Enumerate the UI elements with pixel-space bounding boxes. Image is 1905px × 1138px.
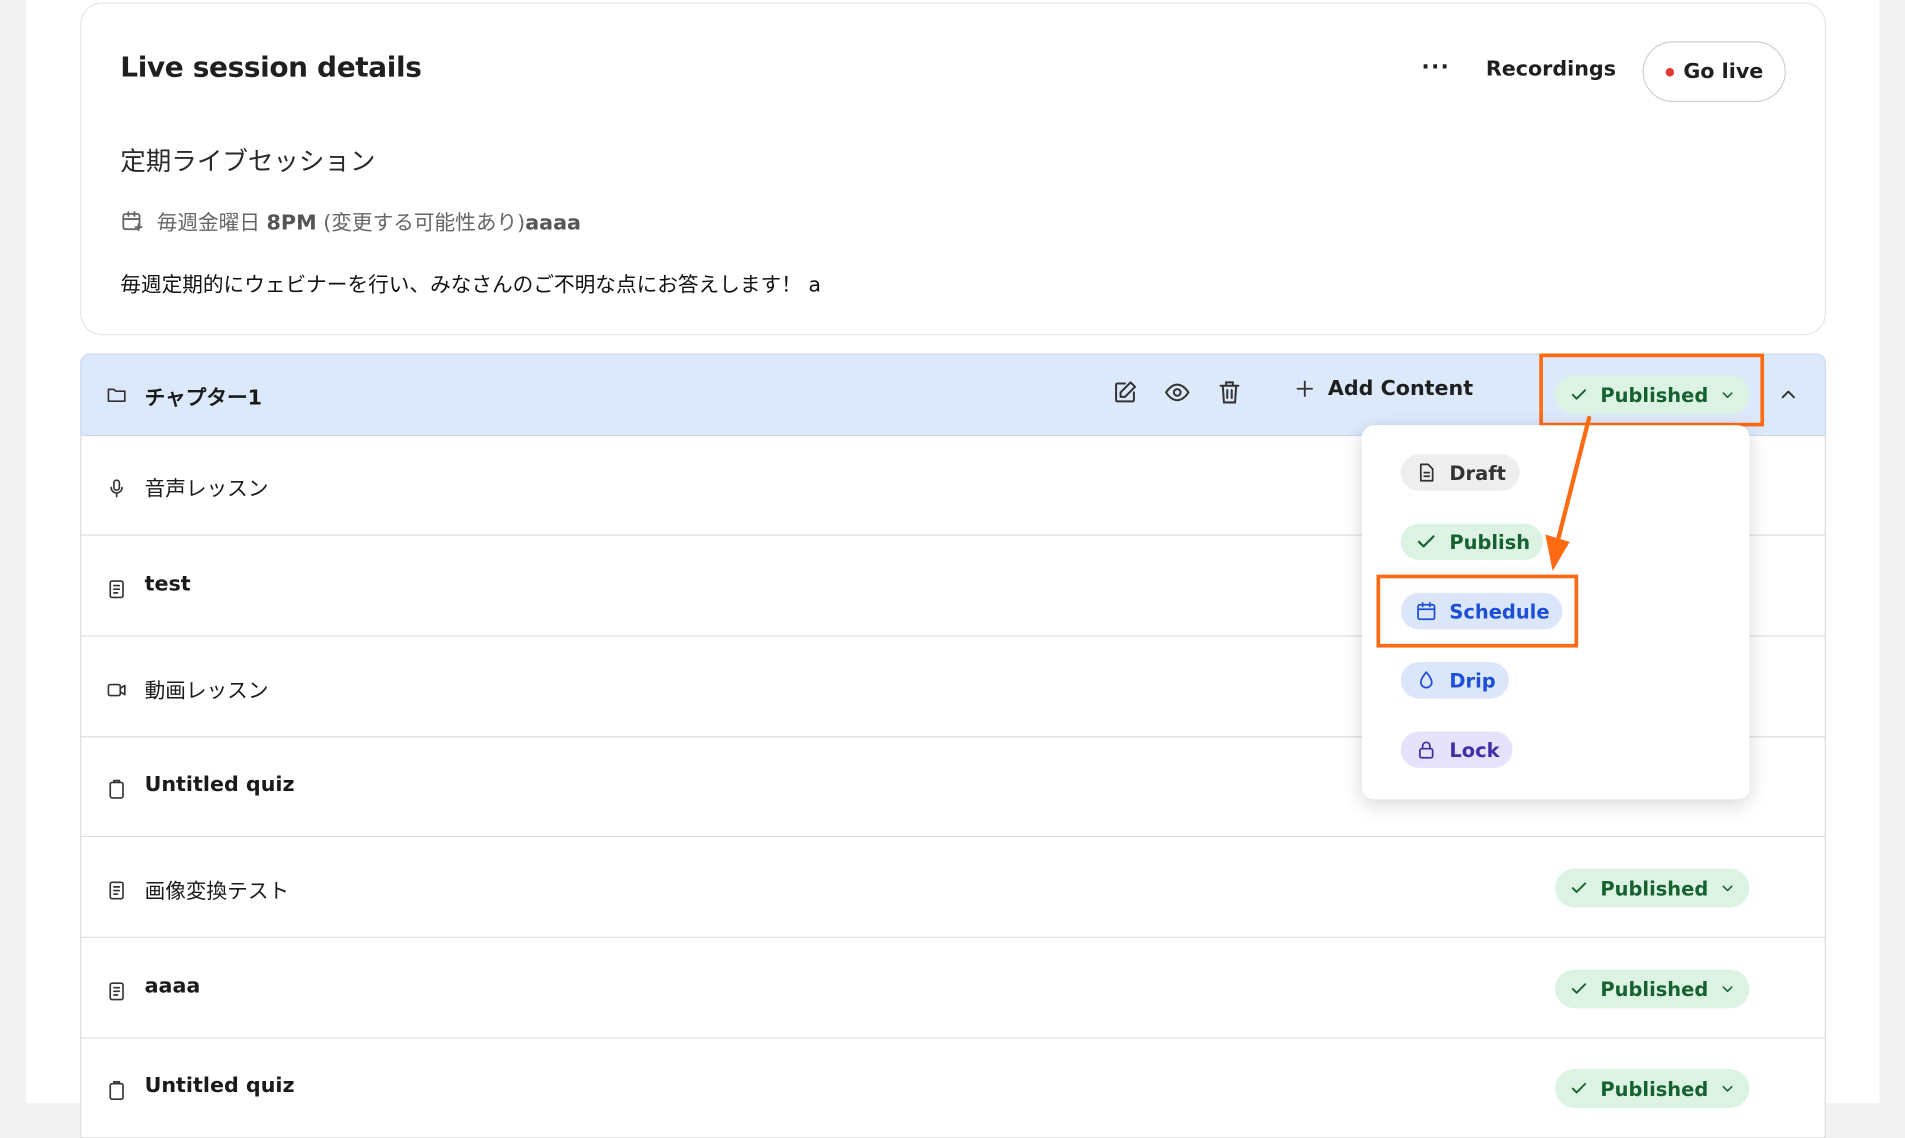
- lesson-title: aaaa: [144, 974, 201, 999]
- chevron-down-icon: [1722, 885, 1733, 892]
- trash-icon[interactable]: [1216, 379, 1243, 406]
- schedule-tail: aaaa: [525, 211, 581, 236]
- session-schedule: 毎週金曜日 8PM (変更する可能性あり)aaaa: [120, 205, 581, 236]
- annotation-arrow: [1545, 415, 1592, 572]
- check-icon: [1415, 531, 1437, 553]
- lesson-status-label: Published: [1600, 977, 1709, 1001]
- document-icon: [106, 980, 128, 1002]
- chevron-down-icon: [1722, 1085, 1733, 1092]
- status-option-draft[interactable]: Draft: [1400, 454, 1520, 491]
- session-description: 毎週定期的にウェビナーを行い、みなさんのご不明な点にお答えします！ a: [120, 273, 822, 298]
- status-option-label: Lock: [1449, 738, 1500, 762]
- lesson-title: test: [144, 572, 191, 597]
- chapter-title: チャプター1: [144, 386, 263, 411]
- schedule-prefix: 毎週金曜日: [156, 211, 267, 236]
- status-option-label: Drip: [1449, 668, 1496, 692]
- eye-icon[interactable]: [1164, 379, 1191, 406]
- lesson-status-dropdown[interactable]: Published: [1555, 868, 1750, 908]
- status-option-lock[interactable]: Lock: [1400, 731, 1513, 768]
- lesson-row[interactable]: Untitled quiz Published: [80, 1038, 1826, 1138]
- check-icon: [1571, 983, 1587, 994]
- schedule-time: 8PM: [266, 211, 317, 236]
- add-content-label: Add Content: [1327, 376, 1474, 401]
- lesson-title: Untitled quiz: [144, 1073, 295, 1099]
- page-title: Live session details: [120, 52, 422, 84]
- lesson-status-dropdown[interactable]: Published: [1555, 969, 1750, 1009]
- schedule-highlight-box: [1376, 574, 1579, 648]
- chevron-down-icon: [1722, 986, 1733, 993]
- edit-icon[interactable]: [1112, 379, 1139, 406]
- lesson-status-label: Published: [1600, 876, 1709, 900]
- add-content-button[interactable]: Add Content: [1294, 377, 1473, 401]
- status-option-drip[interactable]: Drip: [1400, 662, 1510, 699]
- lesson-status-dropdown[interactable]: Published: [1555, 1069, 1750, 1108]
- folder-icon: [107, 388, 126, 403]
- video-icon: [106, 679, 128, 701]
- chevron-up-icon[interactable]: [1779, 385, 1798, 404]
- go-live-button[interactable]: Go live: [1642, 41, 1786, 103]
- clipboard-icon: [106, 779, 128, 801]
- plus-icon: [1296, 380, 1314, 397]
- status-option-label: Draft: [1449, 461, 1506, 485]
- lesson-title: 音声レッスン: [144, 477, 269, 502]
- microphone-icon: [106, 477, 128, 499]
- lesson-title: 画像変換テスト: [144, 879, 290, 904]
- clipboard-icon: [106, 1080, 128, 1102]
- more-options-button[interactable]: ···: [1421, 55, 1450, 81]
- session-name: 定期ライブセッション: [120, 147, 376, 177]
- lesson-title: Untitled quiz: [144, 772, 295, 797]
- lesson-title: 動画レッスン: [144, 679, 269, 704]
- document-icon: [106, 880, 128, 902]
- lesson-row[interactable]: 画像変換テスト Published: [80, 837, 1826, 938]
- lesson-status-label: Published: [1600, 1077, 1709, 1101]
- lock-icon: [1415, 739, 1437, 761]
- recordings-button[interactable]: Recordings: [1486, 57, 1616, 81]
- lesson-row[interactable]: aaaa Published: [80, 937, 1826, 1039]
- check-icon: [1571, 882, 1587, 893]
- check-icon: [1571, 1082, 1587, 1094]
- drop-icon: [1415, 669, 1437, 691]
- document-icon: [106, 578, 128, 600]
- session-details-card: Live session details ··· Recordings Go l…: [80, 2, 1826, 336]
- status-option-label: Publish: [1449, 530, 1531, 554]
- go-live-label: Go live: [1683, 59, 1764, 84]
- calendar-plus-icon: [122, 210, 143, 231]
- document-icon: [1415, 462, 1437, 484]
- live-dot-icon: [1665, 67, 1674, 76]
- schedule-suffix: (変更する可能性あり): [316, 211, 526, 236]
